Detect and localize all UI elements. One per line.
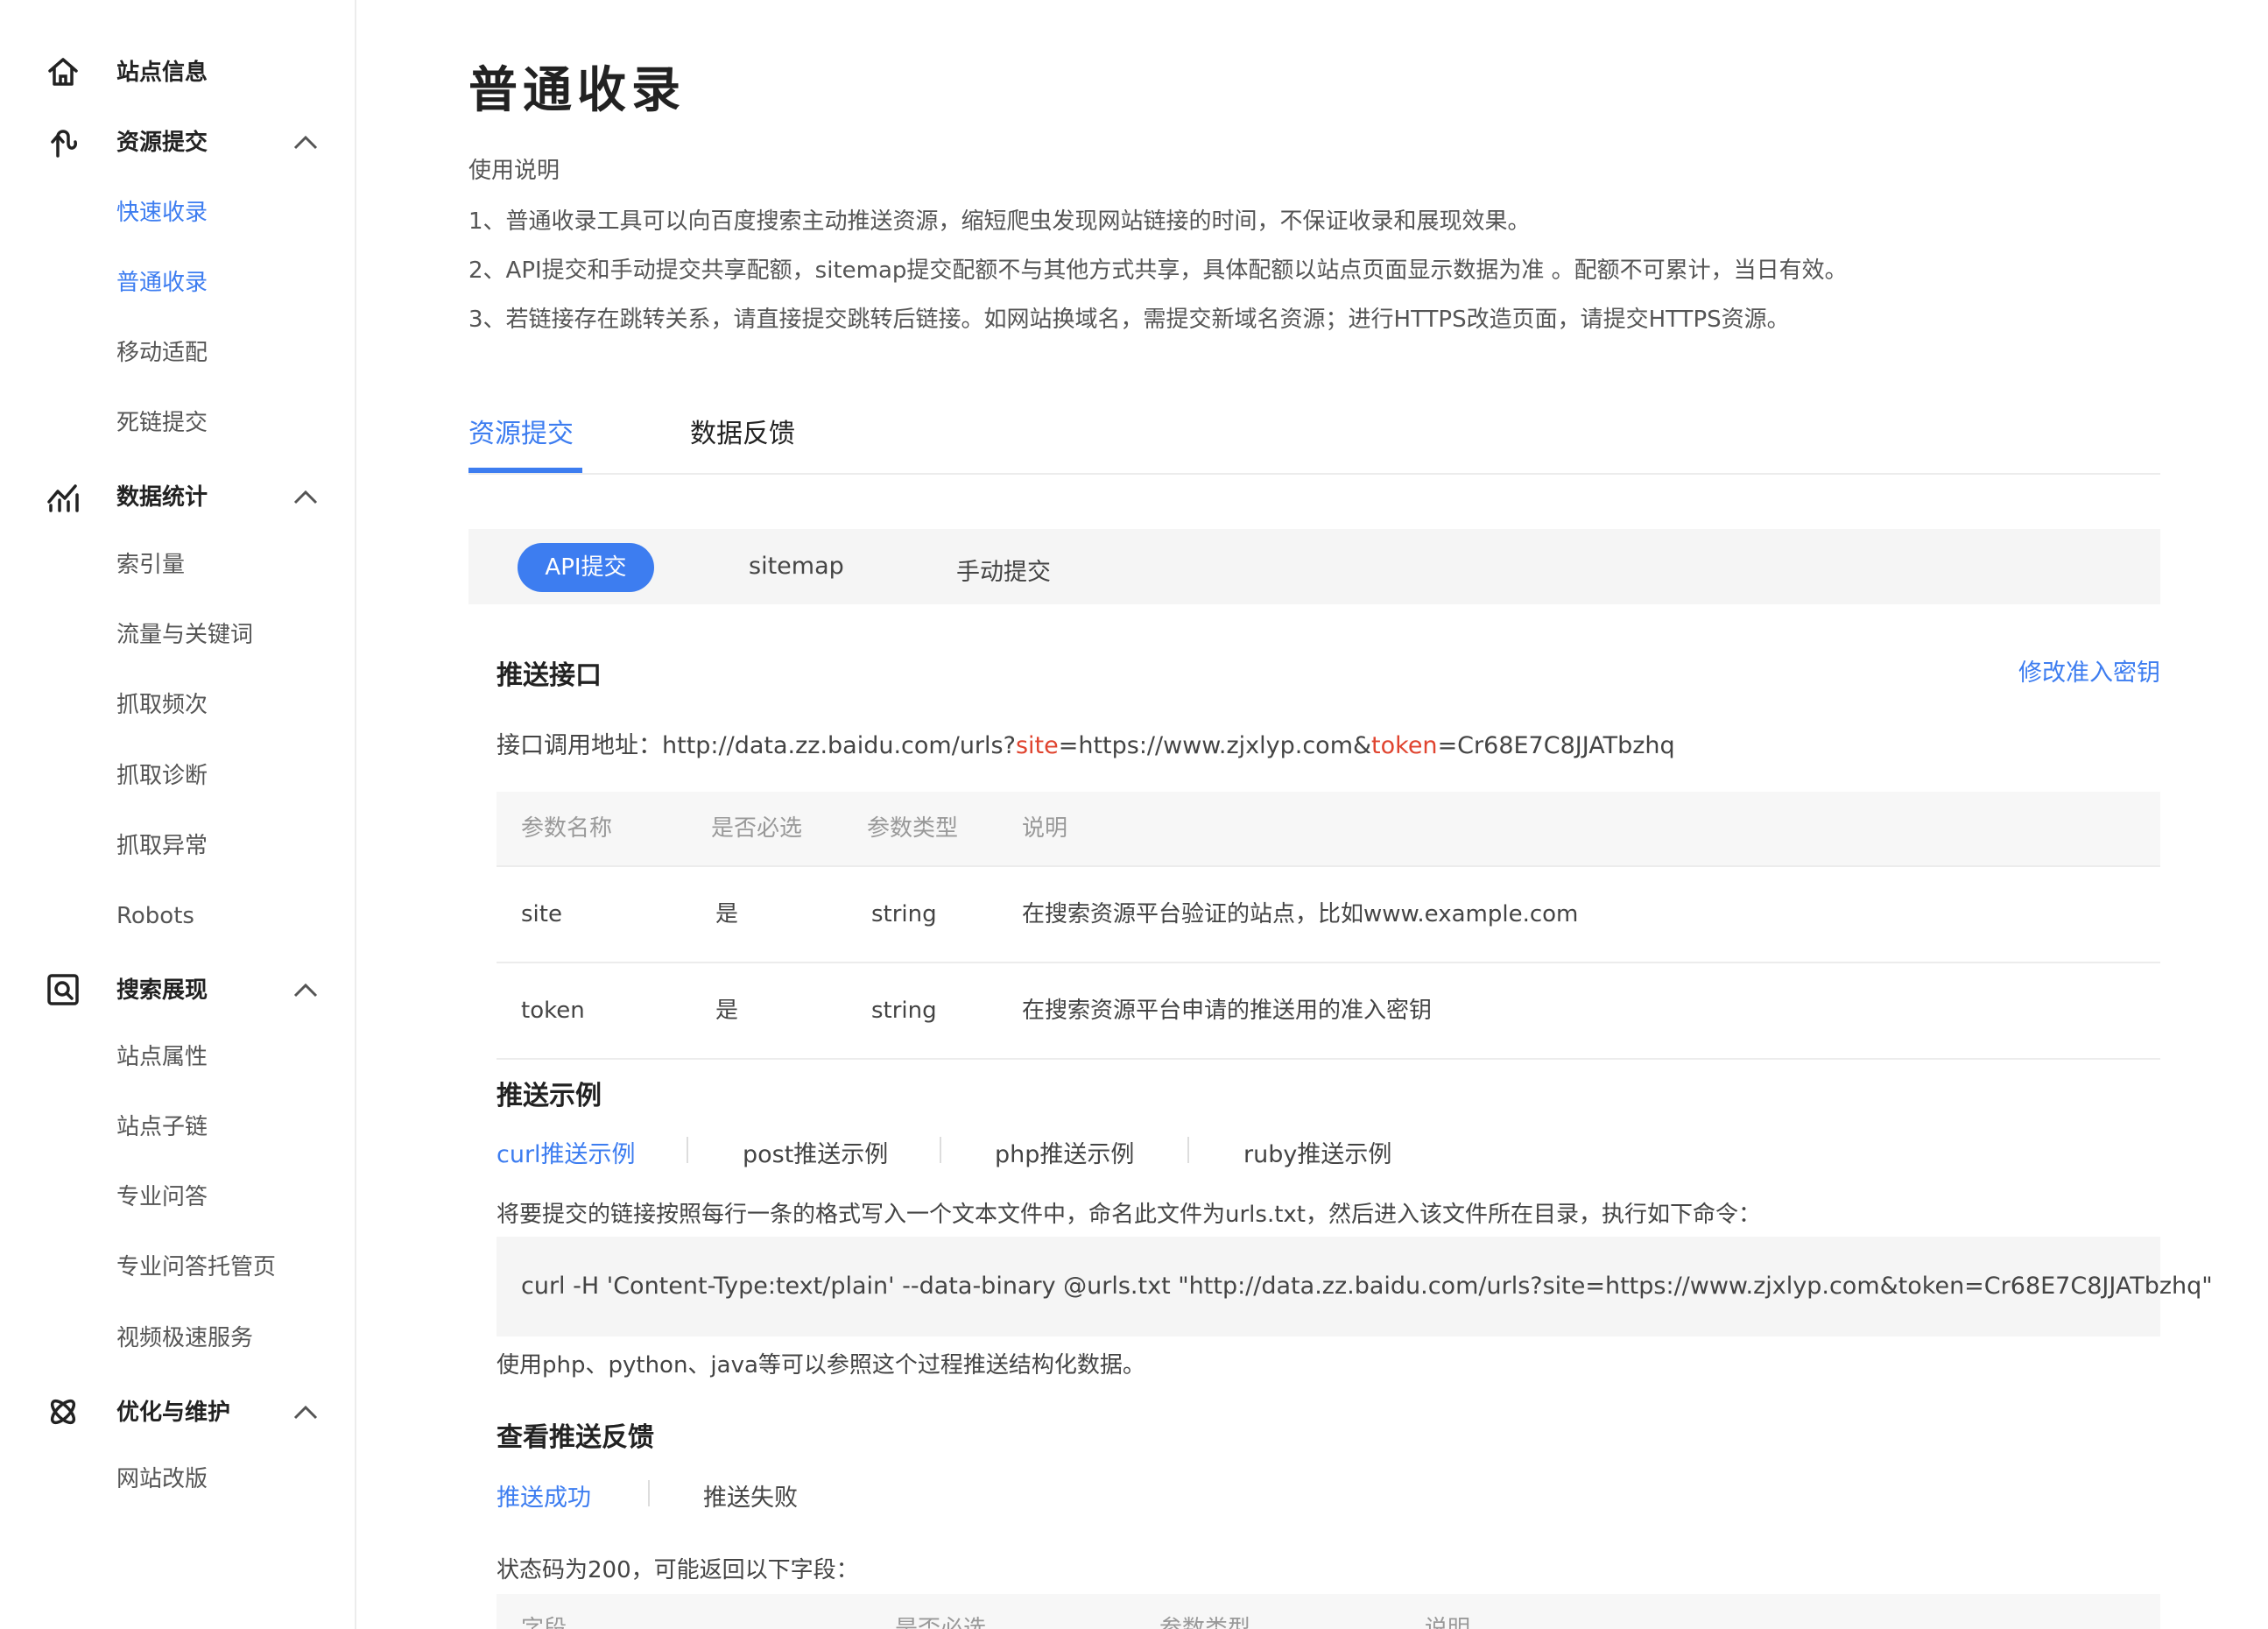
feedback-table-header: 字段 是否必选 参数类型 说明 (497, 1594, 2160, 1629)
table-header-cell: 参数类型 (1159, 1616, 1251, 1629)
push-example-heading: 推送示例 (497, 1081, 602, 1111)
subtab-api[interactable]: API提交 (518, 543, 654, 592)
row-divider (497, 1058, 2160, 1060)
table-row: token 是 string 在搜索资源平台申请的推送用的准入密钥 (497, 963, 2160, 1058)
sidebar: 站点信息 资源提交 快速收录 普通收录 移动适配 死链提交 数据统计 索引量 流… (0, 0, 356, 1629)
example-tab-ruby[interactable]: ruby推送示例 (1243, 1135, 1391, 1169)
chevron-up-icon[interactable] (291, 1400, 320, 1426)
page-title: 普通收录 (468, 62, 686, 119)
table-cell: string (871, 901, 937, 927)
chevron-up-icon[interactable] (291, 977, 320, 1004)
main-content: 普通收录 使用说明 1、普通收录工具可以向百度搜索主动推送资源，缩短爬虫发现网站… (355, 0, 2268, 1629)
stats-icon (47, 484, 79, 512)
tab-separator (1187, 1137, 1189, 1163)
sidebar-group-label: 资源提交 (116, 130, 208, 156)
table-header-cell: 字段 (521, 1616, 567, 1629)
example-instruction: 将要提交的链接按照每行一条的格式写入一个文本文件中，命名此文件为urls.txt… (497, 1202, 1761, 1228)
sidebar-group-label: 优化与维护 (116, 1400, 231, 1426)
subtab-sitemap[interactable]: sitemap (749, 553, 844, 580)
optimize-icon (50, 1399, 76, 1425)
sidebar-group-site-info[interactable]: 站点信息 (0, 44, 355, 105)
param-table: 参数名称 是否必选 参数类型 说明 site 是 string 在搜索资源平台验… (497, 792, 2160, 1060)
usage-line: 2、API提交和手动提交共享配额，sitemap提交配额不与其他方式共享，具体配… (468, 257, 1848, 284)
api-url-label: 接口调用地址： (497, 732, 662, 759)
example-tab-php[interactable]: php推送示例 (995, 1135, 1134, 1169)
subtab-manual[interactable]: 手动提交 (956, 553, 1051, 587)
modify-key-link[interactable]: 修改准入密钥 (2018, 653, 2160, 688)
chevron-up-icon[interactable] (291, 130, 320, 156)
sidebar-item-dead-link[interactable]: 死链提交 (116, 401, 208, 445)
api-url-part: =https://www.zjxlyp.com& (1058, 732, 1372, 759)
table-cell: site (521, 901, 562, 927)
command-block: curl -H 'Content-Type:text/plain' --data… (497, 1237, 2213, 1336)
api-url-part: http://data.zz.baidu.com/urls? (662, 732, 1016, 759)
tab-separator (648, 1480, 650, 1506)
tab-separator (940, 1137, 941, 1163)
sidebar-item-expert-qa-hosted[interactable]: 专业问答托管页 (116, 1245, 276, 1289)
sidebar-group-label: 搜索展现 (116, 977, 208, 1004)
usage-heading: 使用说明 (468, 158, 560, 184)
home-icon (48, 58, 78, 86)
sidebar-item-site-sublinks[interactable]: 站点子链 (116, 1105, 208, 1149)
command-text: curl -H 'Content-Type:text/plain' --data… (521, 1273, 2213, 1300)
tabs-divider (468, 473, 2160, 475)
tab-resource-submit[interactable]: 资源提交 (468, 412, 574, 450)
example-note: 使用php、python、java等可以参照这个过程推送结构化数据。 (497, 1352, 1145, 1379)
sidebar-item-video-speed[interactable]: 视频极速服务 (116, 1316, 253, 1360)
submit-method-bar (468, 529, 2160, 604)
example-tab-post[interactable]: post推送示例 (743, 1135, 888, 1169)
table-cell: 在搜索资源平台申请的推送用的准入密钥 (1022, 998, 1433, 1024)
table-header-cell: 参数名称 (521, 815, 613, 842)
table-cell: string (871, 998, 937, 1024)
sidebar-group-data-stats[interactable]: 数据统计 (0, 469, 355, 530)
sidebar-item-crawl-diagnosis[interactable]: 抓取诊断 (116, 754, 208, 798)
tab-data-feedback[interactable]: 数据反馈 (690, 412, 795, 450)
tab-separator (687, 1137, 688, 1163)
table-cell: 在搜索资源平台验证的站点，比如www.example.com (1022, 901, 1579, 927)
sidebar-group-resource-submit[interactable]: 资源提交 (0, 114, 355, 175)
push-api-heading: 推送接口 (497, 660, 602, 691)
api-url-token-key: token (1371, 732, 1438, 759)
usage-line: 3、若链接存在跳转关系，请直接提交跳转后链接。如网站换域名，需提交新域名资源；进… (468, 307, 1790, 333)
sidebar-group-optimize[interactable]: 优化与维护 (0, 1384, 355, 1445)
api-url: 接口调用地址：http://data.zz.baidu.com/urls?sit… (497, 726, 1675, 760)
table-cell: 是 (715, 998, 739, 1024)
sidebar-group-label: 数据统计 (116, 484, 208, 511)
sidebar-item-normal-index[interactable]: 普通收录 (116, 261, 208, 305)
table-header-cell: 是否必选 (711, 815, 803, 842)
table-cell: token (521, 998, 585, 1024)
sidebar-item-mobile-adapt[interactable]: 移动适配 (116, 331, 208, 375)
table-header: 参数名称 是否必选 参数类型 说明 (497, 792, 2160, 865)
status-text: 状态码为200，可能返回以下字段： (497, 1557, 859, 1583)
api-url-site-key: site (1015, 732, 1059, 759)
sidebar-item-index-volume[interactable]: 索引量 (116, 543, 185, 587)
feedback-heading: 查看推送反馈 (497, 1422, 654, 1453)
table-header-cell: 是否必选 (895, 1616, 987, 1629)
sidebar-item-site-attributes[interactable]: 站点属性 (116, 1035, 208, 1079)
table-row: site 是 string 在搜索资源平台验证的站点，比如www.example… (497, 867, 2160, 962)
sidebar-group-label: 站点信息 (116, 60, 208, 86)
api-url-part: =Cr68E7C8JJATbzhq (1437, 732, 1675, 759)
chevron-up-icon[interactable] (291, 484, 320, 511)
sidebar-item-fast-index[interactable]: 快速收录 (116, 191, 208, 235)
sidebar-item-crawl-frequency[interactable]: 抓取频次 (116, 683, 208, 727)
feedback-tab-success[interactable]: 推送成功 (497, 1478, 591, 1513)
sidebar-item-expert-qa[interactable]: 专业问答 (116, 1175, 208, 1219)
sidebar-item-site-revision[interactable]: 网站改版 (116, 1457, 208, 1501)
example-tab-curl[interactable]: curl推送示例 (497, 1135, 636, 1169)
search-display-icon (47, 974, 79, 1005)
usage-line: 1、普通收录工具可以向百度搜索主动推送资源，缩短爬虫发现网站链接的时间，不保证收… (468, 208, 1531, 235)
sidebar-group-search-display[interactable]: 搜索展现 (0, 962, 355, 1023)
table-header-cell: 说明 (1022, 815, 1068, 842)
table-header-cell: 说明 (1425, 1616, 1471, 1629)
submit-icon (51, 130, 77, 158)
sidebar-item-traffic-keywords[interactable]: 流量与关键词 (116, 613, 253, 657)
table-header-cell: 参数类型 (867, 815, 959, 842)
feedback-tab-failure[interactable]: 推送失败 (703, 1478, 798, 1513)
sidebar-item-crawl-errors[interactable]: 抓取异常 (116, 824, 208, 868)
sidebar-item-robots[interactable]: Robots (116, 894, 194, 938)
table-cell: 是 (715, 901, 739, 927)
